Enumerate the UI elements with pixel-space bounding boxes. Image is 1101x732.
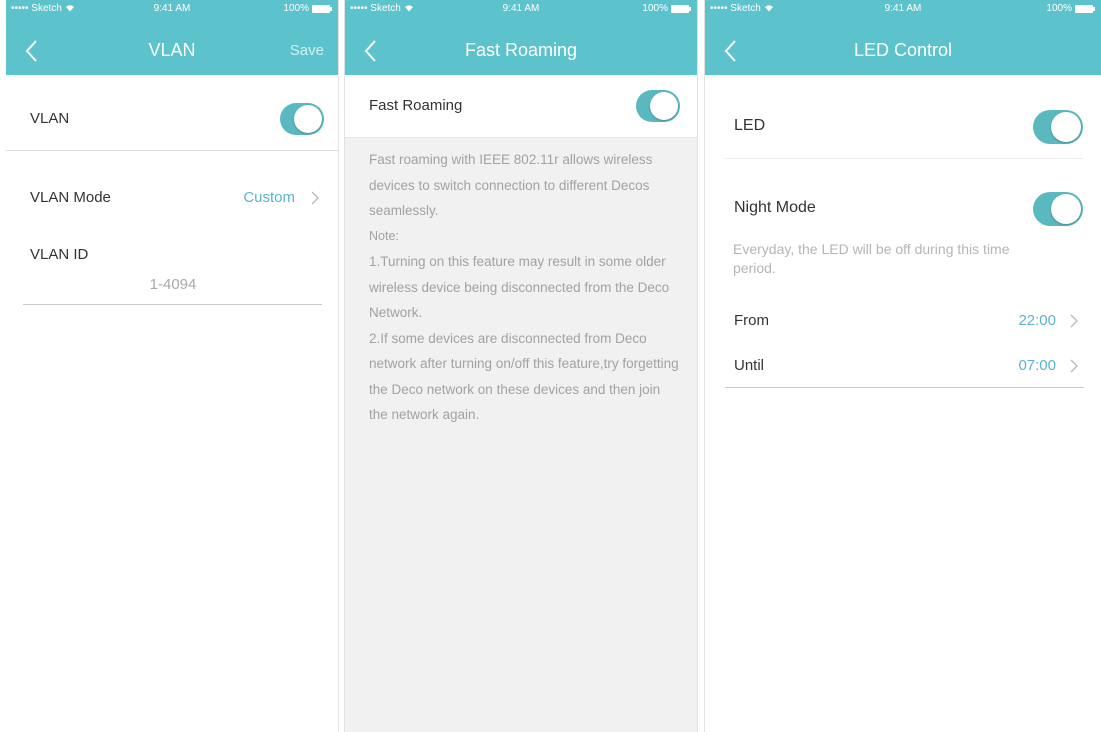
night-mode-hint: Everyday, the LED will be off during thi… (733, 241, 1010, 276)
vlan-id-label: VLAN ID (30, 246, 89, 263)
battery-indicator: 100% (642, 3, 691, 14)
nav-bar: ••••• Sketch 9:41 AM 100% VLAN Save (6, 0, 338, 75)
battery-icon (1075, 4, 1095, 13)
page-title: LED Control (853, 40, 953, 60)
led-label: LED (734, 117, 766, 134)
toggle-knob (294, 105, 322, 133)
chevron-right-icon[interactable] (1069, 313, 1079, 329)
until-label: Until (734, 357, 765, 374)
page-title: VLAN (148, 40, 196, 60)
divider (6, 150, 338, 151)
battery-indicator: 100% (283, 3, 332, 14)
status-bar: ••••• Sketch 9:41 AM 100% (705, 0, 1101, 18)
vlan-toggle-label: VLAN (30, 110, 70, 127)
battery-icon (671, 4, 691, 13)
night-mode-toggle[interactable] (1033, 192, 1083, 226)
nav-bar: ••••• Sketch 9:41 AM 100% Fast Roaming (345, 0, 697, 75)
night-mode-label: Night Mode (734, 199, 816, 216)
divider (725, 387, 1084, 388)
vlan-id-underline (23, 304, 322, 305)
nav-bar: ••••• Sketch 9:41 AM 100% LED Control (705, 0, 1101, 75)
note-1: 1.Turning on this feature may result in … (369, 254, 670, 320)
description: Fast roaming with IEEE 802.11r allows wi… (369, 152, 653, 218)
vlan-toggle[interactable] (280, 103, 324, 135)
page-title: Fast Roaming (464, 40, 578, 60)
status-bar: ••••• Sketch 9:41 AM 100% (6, 0, 338, 18)
toggle-knob (650, 92, 678, 120)
until-time-value[interactable]: 07:00 (1018, 357, 1056, 374)
note-label: Note: (369, 228, 399, 243)
description-text: Fast roaming with IEEE 802.11r allows wi… (369, 147, 679, 428)
chevron-right-icon[interactable] (310, 190, 320, 206)
vlan-mode-value[interactable]: Custom (243, 189, 295, 206)
fast-roaming-row: Fast Roaming (345, 75, 697, 138)
battery-indicator: 100% (1046, 3, 1095, 14)
chevron-right-icon[interactable] (1069, 358, 1079, 374)
note-2: 2.If some devices are disconnected from … (369, 330, 679, 423)
led-control-screen: ••••• Sketch 9:41 AM 100% LED Control LE… (704, 0, 1101, 732)
led-toggle[interactable] (1033, 110, 1083, 144)
status-time: 9:41 AM (884, 3, 922, 14)
divider (725, 158, 1084, 159)
save-button[interactable]: Save (290, 42, 324, 59)
fast-roaming-label: Fast Roaming (369, 97, 463, 114)
fast-roaming-screen: ••••• Sketch 9:41 AM 100% Fast Roaming F… (344, 0, 698, 732)
toggle-knob (1051, 112, 1081, 142)
vlan-mode-label: VLAN Mode (30, 189, 111, 206)
from-time-value[interactable]: 22:00 (1018, 312, 1056, 329)
from-label: From (734, 312, 769, 329)
vlan-id-input[interactable]: 1-4094 (23, 276, 323, 293)
status-bar: ••••• Sketch 9:41 AM 100% (345, 0, 697, 18)
battery-icon (312, 4, 332, 13)
toggle-knob (1051, 194, 1081, 224)
vlan-screen: ••••• Sketch 9:41 AM 100% VLAN Save VLAN… (6, 0, 339, 732)
fast-roaming-toggle[interactable] (636, 90, 680, 122)
